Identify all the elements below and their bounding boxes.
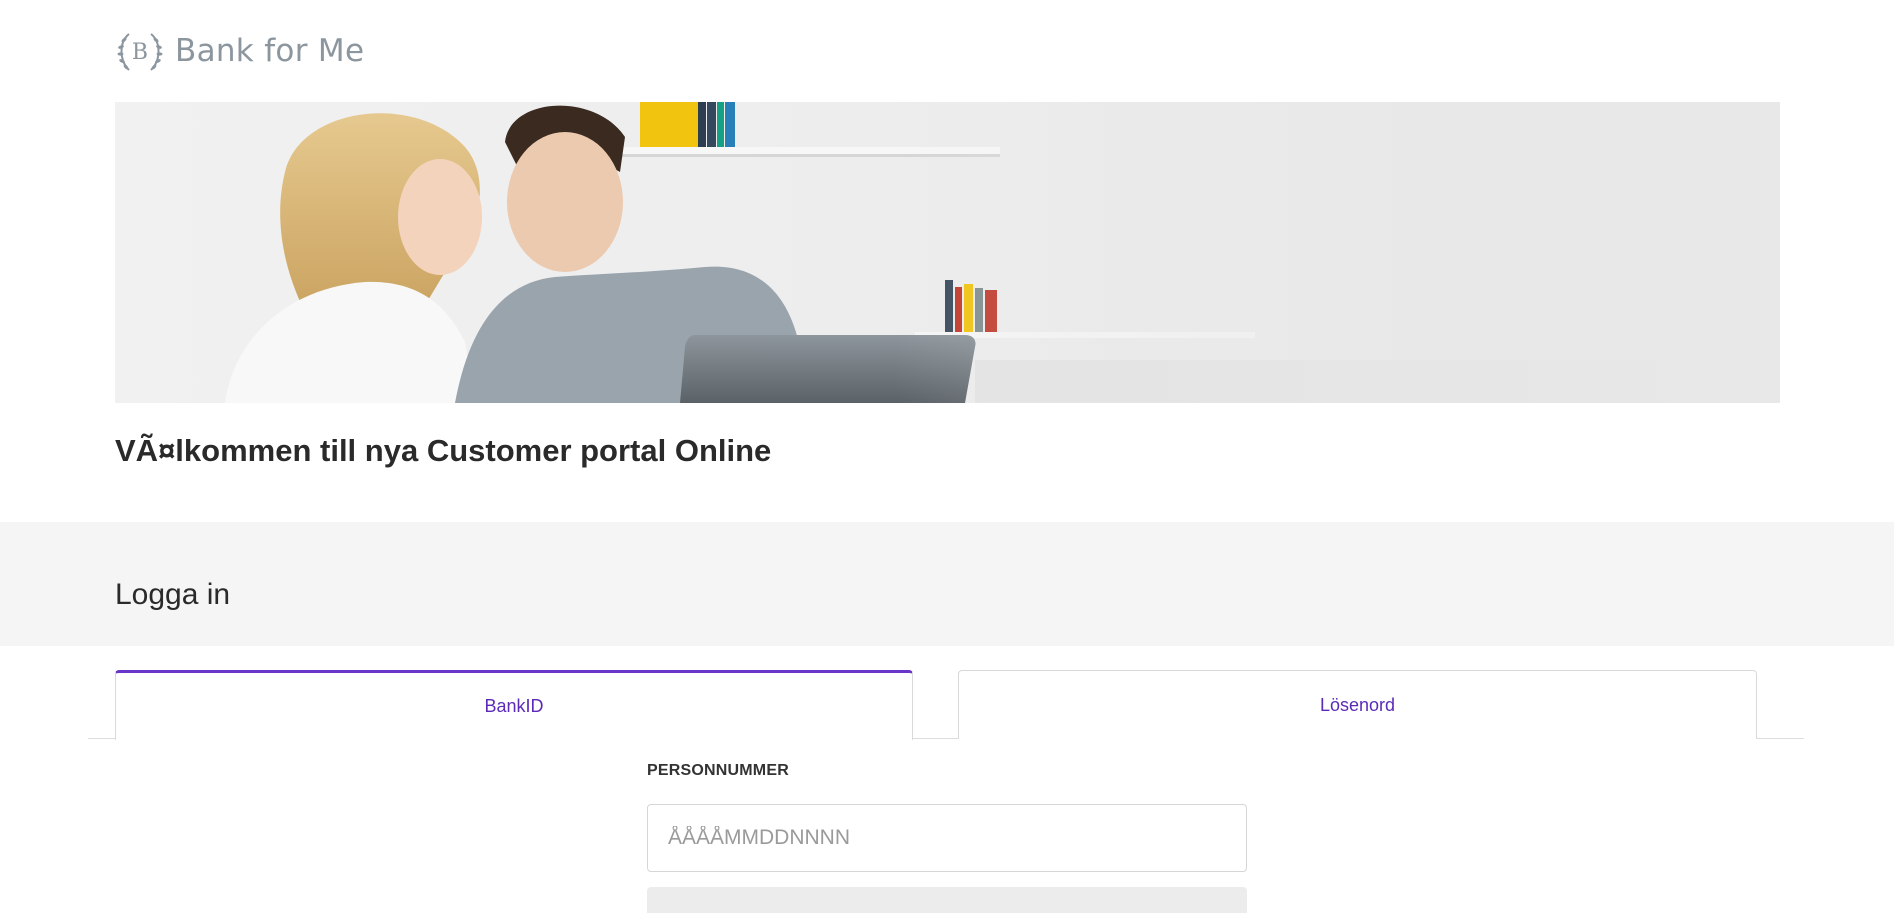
personnummer-input[interactable]: [647, 804, 1247, 872]
login-submit-button[interactable]: [647, 887, 1247, 913]
tab-bankid[interactable]: BankID: [115, 670, 913, 740]
welcome-heading: VÃ¤lkommen till nya Customer portal Onli…: [115, 433, 772, 468]
hero-couple-laptop-image: [115, 102, 1780, 403]
logo-letter: B: [132, 40, 148, 65]
page: B Bank for Me VÃ¤lkommen till nya Custom…: [0, 0, 1894, 913]
login-header-band: [0, 522, 1894, 646]
login-heading: Logga in: [115, 578, 231, 611]
laurel-b-icon: B: [117, 33, 163, 71]
tab-password[interactable]: Lösenord: [958, 670, 1757, 739]
brand-name: Bank for Me: [175, 33, 365, 69]
brand-logo-link[interactable]: B Bank for Me: [115, 26, 364, 76]
personnummer-label: PERSONNUMMER: [647, 762, 789, 779]
